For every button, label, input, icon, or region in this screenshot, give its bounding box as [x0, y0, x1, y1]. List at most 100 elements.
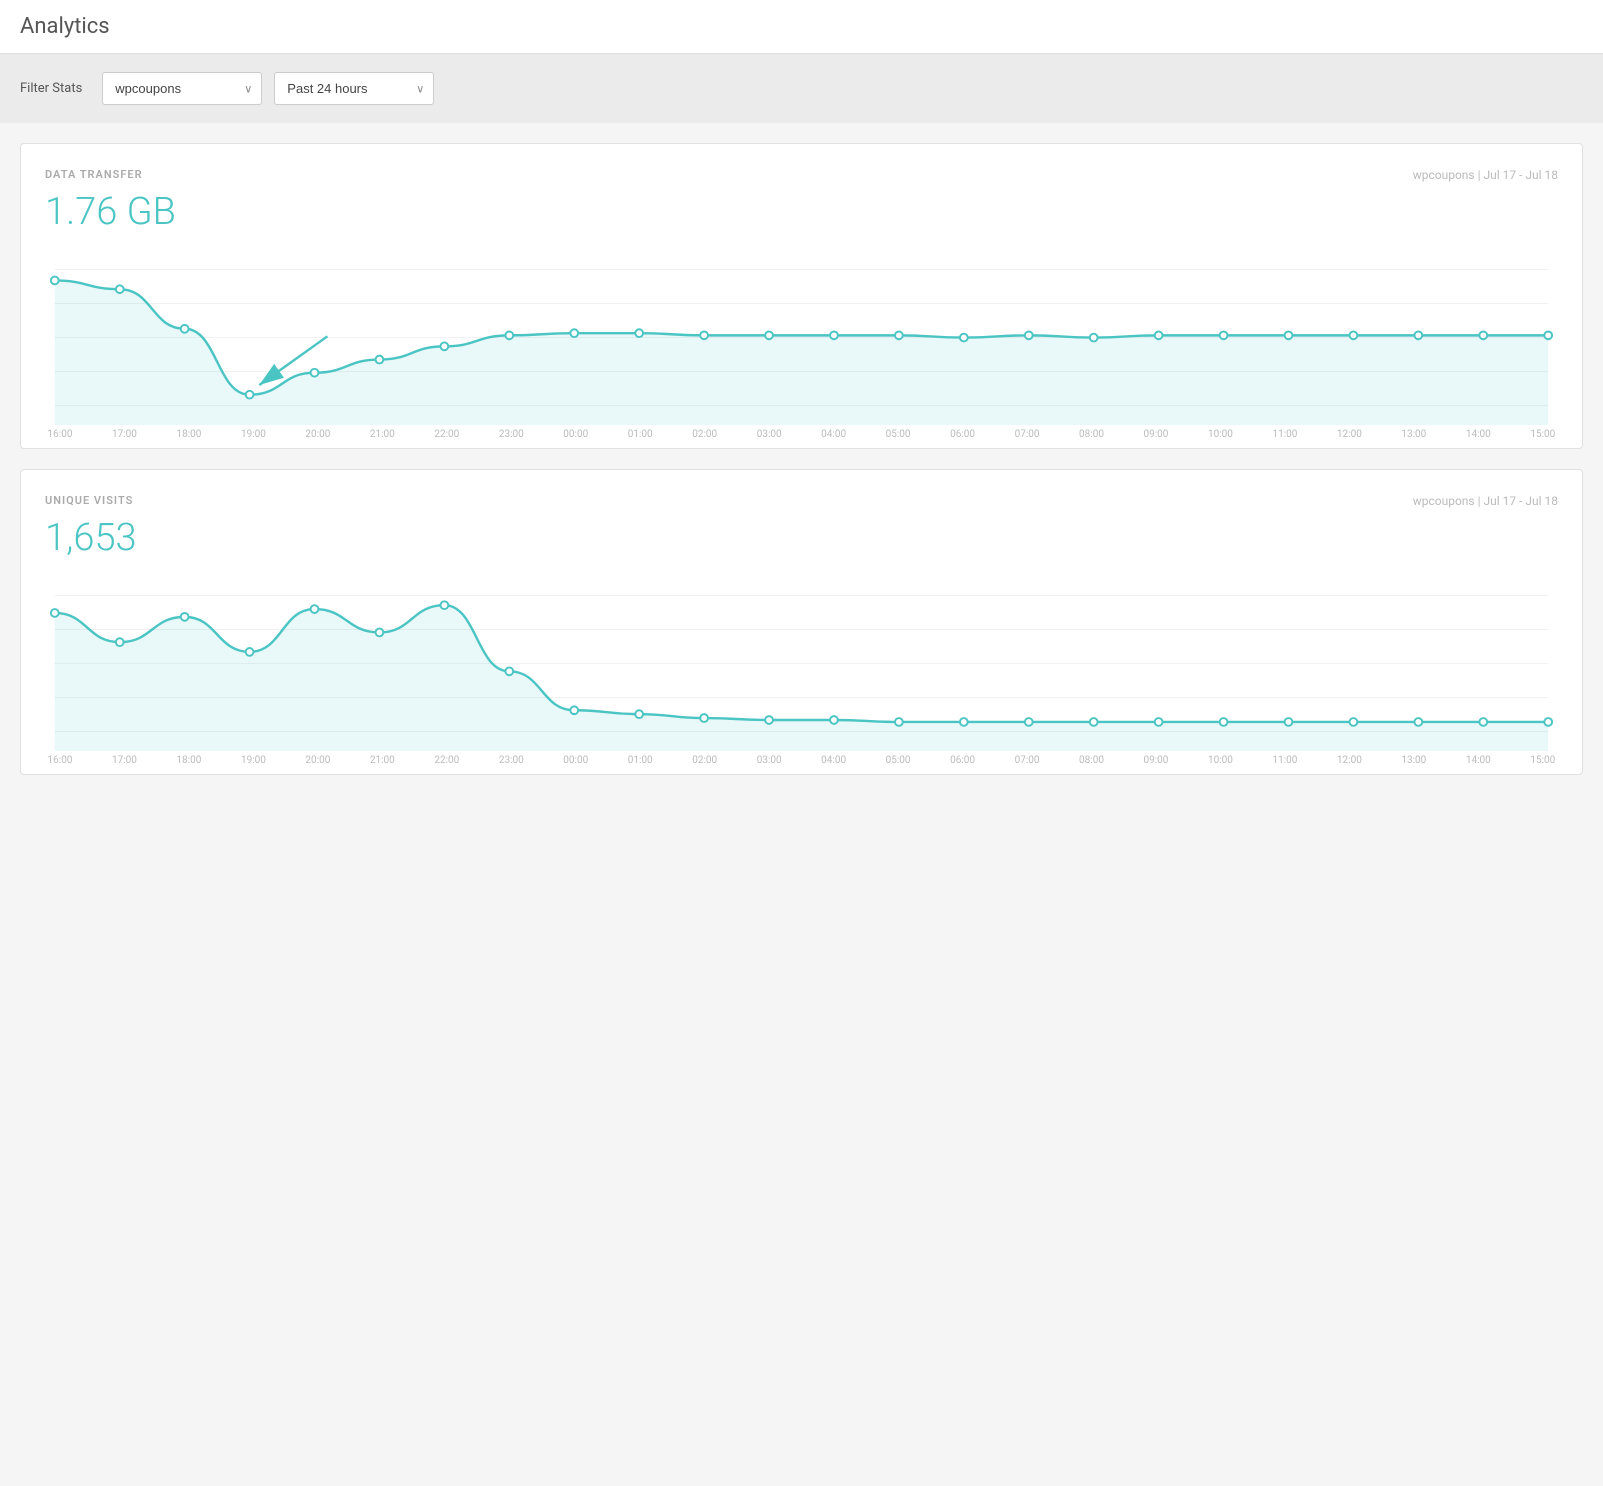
time-label: 01:00 [625, 755, 655, 766]
data-dot [246, 391, 254, 399]
data-dot [830, 716, 838, 724]
time-label: 21:00 [367, 429, 397, 440]
data-dot [765, 716, 773, 724]
data-dot [51, 277, 59, 285]
time-label: 20:00 [303, 429, 333, 440]
time-label: 17:00 [109, 429, 139, 440]
data-dot [635, 710, 643, 718]
chart-value: 1.76 GB [45, 190, 1558, 234]
data-dot [505, 668, 513, 676]
time-label: 21:00 [367, 755, 397, 766]
time-label: 05:00 [883, 755, 913, 766]
page-title: Analytics [20, 14, 1583, 39]
time-label: 22:00 [432, 755, 462, 766]
chart-header: DATA TRANSFERwpcoupons | Jul 17 - Jul 18 [45, 168, 1558, 182]
time-label: 10:00 [1205, 429, 1235, 440]
time-label: 18:00 [174, 429, 204, 440]
time-label: 15:00 [1528, 429, 1558, 440]
data-dot [1414, 331, 1422, 339]
data-dot [1155, 331, 1163, 339]
time-label: 04:00 [819, 429, 849, 440]
page-header: Analytics [0, 0, 1603, 54]
time-label: 03:00 [754, 755, 784, 766]
data-dot [635, 329, 643, 337]
data-dot [51, 609, 59, 617]
area-fill [55, 280, 1548, 425]
time-label: 06:00 [948, 755, 978, 766]
line-chart-svg [45, 576, 1558, 751]
time-label: 07:00 [1012, 429, 1042, 440]
data-dot [1350, 718, 1358, 726]
data-dot [1285, 331, 1293, 339]
data-dot [700, 714, 708, 722]
data-dot [181, 613, 189, 621]
filter-bar: Filter Stats wpcoupons Past 24 hours Pas… [0, 54, 1603, 123]
data-dot [570, 706, 578, 714]
time-label: 10:00 [1205, 755, 1235, 766]
filter-label: Filter Stats [20, 81, 82, 96]
time-label: 19:00 [238, 755, 268, 766]
data-dot [1414, 718, 1422, 726]
time-select[interactable]: Past 24 hours Past 7 days Past 30 days [274, 72, 434, 105]
data-dot [1350, 331, 1358, 339]
data-dot [1090, 334, 1098, 342]
time-label: 11:00 [1270, 755, 1300, 766]
time-label: 14:00 [1463, 755, 1493, 766]
data-dot [1544, 718, 1552, 726]
data-dot [181, 325, 189, 333]
chart-subtitle: wpcoupons | Jul 17 - Jul 18 [1413, 494, 1558, 508]
data-dot [376, 629, 384, 637]
time-label: 08:00 [1077, 755, 1107, 766]
data-dot [311, 605, 319, 613]
data-dot [1479, 718, 1487, 726]
site-select-wrapper[interactable]: wpcoupons [102, 72, 262, 105]
chart-title: UNIQUE VISITS [45, 494, 133, 507]
time-label: 23:00 [496, 429, 526, 440]
data-dot [1025, 718, 1033, 726]
chart-card-unique-visits: UNIQUE VISITS wpcoupons | Jul 17 - Jul 18… [20, 469, 1583, 775]
chart-value: 1,653 [45, 516, 1558, 560]
data-dot [960, 718, 968, 726]
time-label: 05:00 [883, 429, 913, 440]
time-label: 09:00 [1141, 755, 1171, 766]
time-label: 11:00 [1270, 429, 1300, 440]
data-dot [246, 648, 254, 656]
time-label: 20:00 [303, 755, 333, 766]
data-dot [765, 331, 773, 339]
time-label: 17:00 [109, 755, 139, 766]
chart-header: UNIQUE VISITS wpcoupons | Jul 17 - Jul 18 [45, 494, 1558, 508]
time-axis: 16:0017:0018:0019:0020:0021:0022:0023:00… [45, 751, 1558, 774]
site-select[interactable]: wpcoupons [102, 72, 262, 105]
time-label: 23:00 [496, 755, 526, 766]
time-label: 18:00 [174, 755, 204, 766]
time-label: 19:00 [238, 429, 268, 440]
time-label: 14:00 [1463, 429, 1493, 440]
line-chart-svg [45, 250, 1558, 425]
time-label: 12:00 [1334, 755, 1364, 766]
data-dot [895, 718, 903, 726]
data-dot [116, 638, 124, 646]
time-label: 22:00 [432, 429, 462, 440]
time-label: 04:00 [819, 755, 849, 766]
time-label: 12:00 [1334, 429, 1364, 440]
data-dot [830, 331, 838, 339]
time-label: 02:00 [690, 755, 720, 766]
time-label: 00:00 [561, 429, 591, 440]
time-label: 03:00 [754, 429, 784, 440]
data-dot [1479, 331, 1487, 339]
time-axis: 16:00 17:00 18:00 19:00 20:00 21:00 22:00 23:00… [45, 425, 1558, 448]
time-label: 13:00 [1399, 429, 1429, 440]
data-dot [505, 331, 513, 339]
chart-card-data-transfer: DATA TRANSFERwpcoupons | Jul 17 - Jul 18… [20, 143, 1583, 449]
data-dot [570, 329, 578, 337]
main-content: DATA TRANSFERwpcoupons | Jul 17 - Jul 18… [0, 123, 1603, 795]
area-fill [55, 605, 1548, 751]
time-select-wrapper[interactable]: Past 24 hours Past 7 days Past 30 days [274, 72, 434, 105]
data-dot [1220, 331, 1228, 339]
data-dot [116, 285, 124, 293]
data-dot [1155, 718, 1163, 726]
data-dot [1544, 331, 1552, 339]
data-dot [1285, 718, 1293, 726]
time-label: 06:00 [948, 429, 978, 440]
time-label: 16:00 [45, 429, 75, 440]
